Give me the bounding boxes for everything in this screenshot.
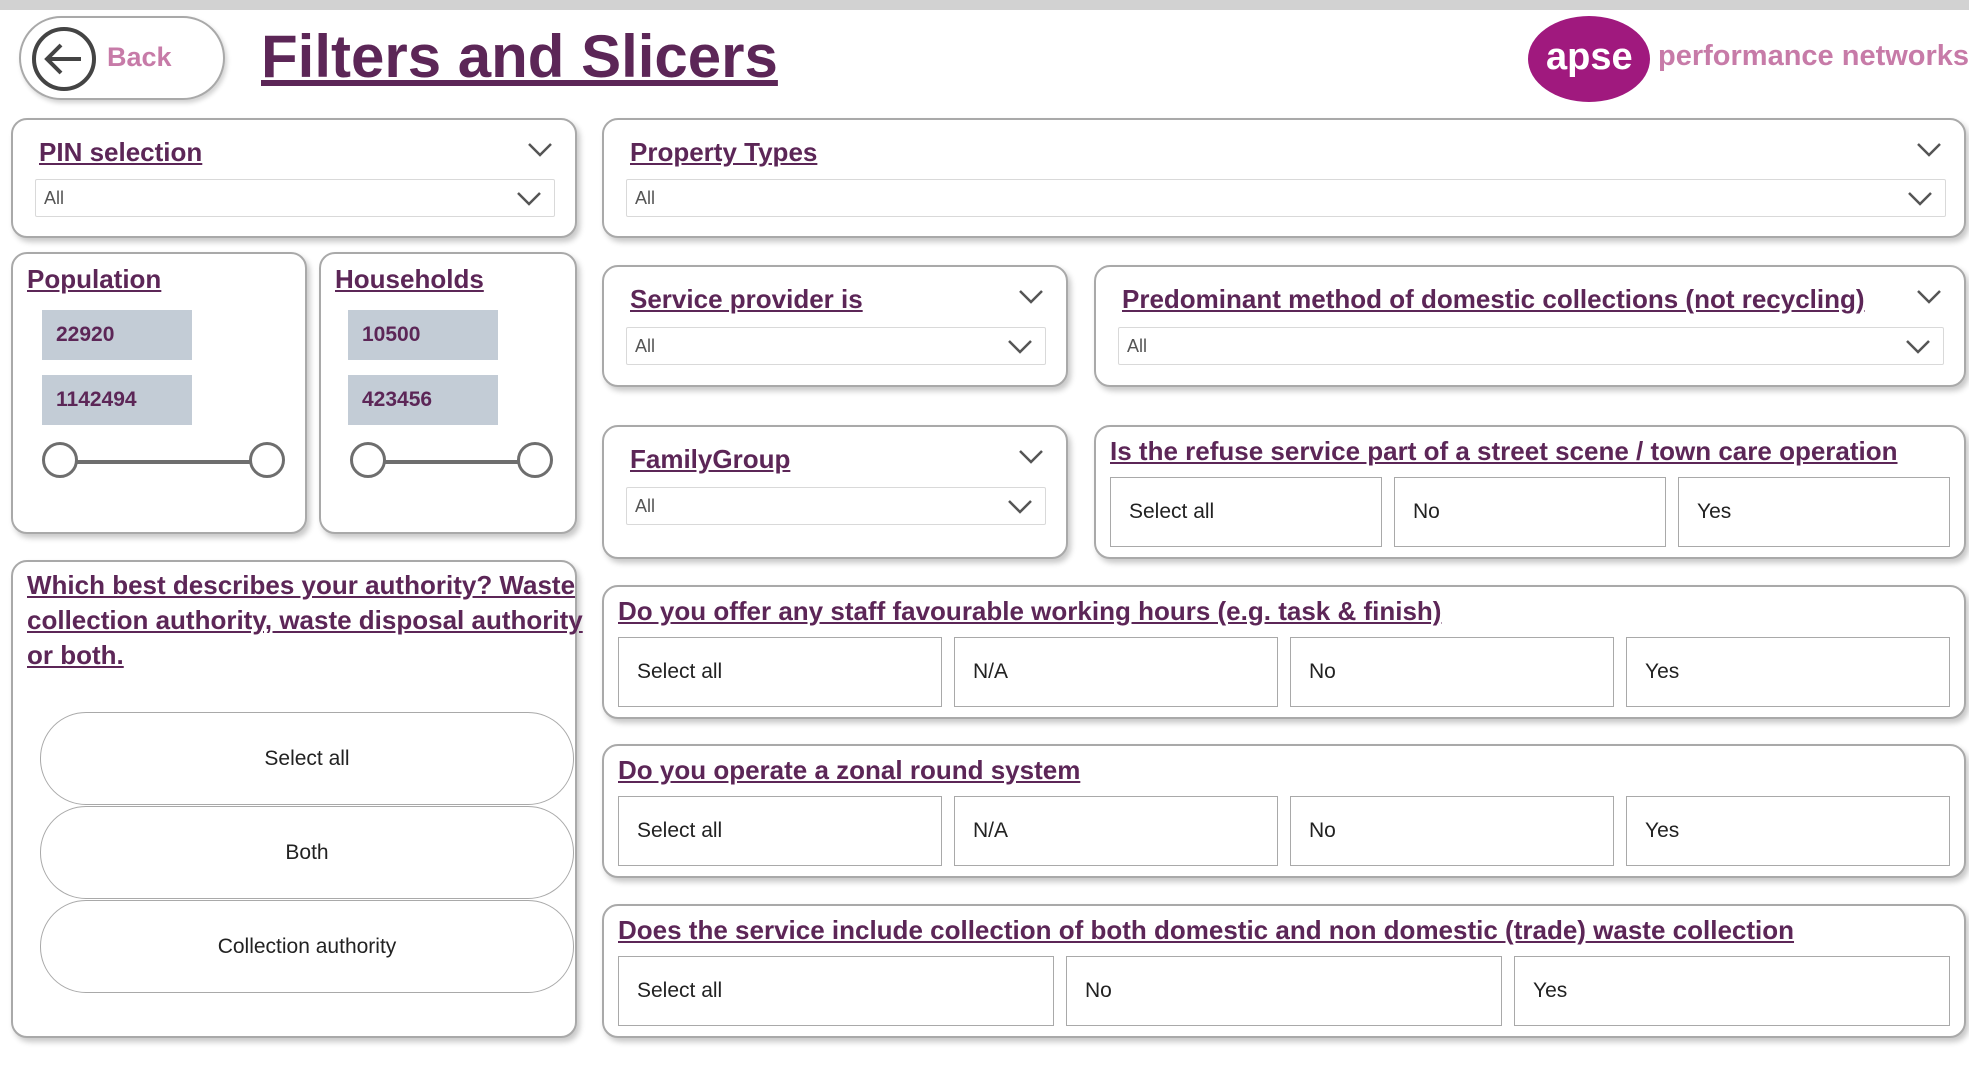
- households-slicer-card: Households 10500 423456: [319, 252, 577, 534]
- authority-option-both[interactable]: Both: [40, 806, 574, 899]
- zonal-round-card: Do you operate a zonal round system Sele…: [602, 744, 1966, 878]
- zonal-round-option-na[interactable]: N/A: [954, 796, 1278, 866]
- trade-waste-option-no[interactable]: No: [1066, 956, 1502, 1026]
- chevron-down-icon[interactable]: [1018, 289, 1044, 305]
- predominant-method-title: Predominant method of domestic collectio…: [1122, 284, 1865, 314]
- chevron-down-icon: [517, 192, 541, 206]
- logo-badge: apse: [1528, 16, 1650, 102]
- top-border: [0, 0, 1969, 10]
- back-arrow-icon: [31, 26, 97, 97]
- population-slider-track: [57, 460, 265, 464]
- property-types-card: Property Types All: [602, 118, 1966, 238]
- authority-type-card: Which best describes your authority? Was…: [11, 560, 583, 1038]
- predominant-method-card: Predominant method of domestic collectio…: [1094, 265, 1966, 387]
- chevron-down-icon[interactable]: [527, 142, 553, 158]
- trade-waste-title: Does the service include collection of b…: [618, 915, 1795, 945]
- back-button[interactable]: Back: [19, 16, 225, 100]
- family-group-title: FamilyGroup: [630, 444, 791, 474]
- population-title: Population: [27, 264, 162, 294]
- logo-text: performance networks: [1658, 40, 1969, 72]
- family-group-card: FamilyGroup All: [602, 425, 1068, 559]
- refuse-service-title: Is the refuse service part of a street s…: [1110, 436, 1898, 466]
- working-hours-title: Do you offer any staff favourable workin…: [618, 596, 1442, 626]
- chevron-down-icon: [1008, 500, 1032, 514]
- households-slider-min-handle[interactable]: [350, 442, 386, 478]
- chevron-down-icon: [1008, 340, 1032, 354]
- zonal-round-option-no[interactable]: No: [1290, 796, 1614, 866]
- working-hours-card: Do you offer any staff favourable workin…: [602, 585, 1966, 719]
- population-slider-min-handle[interactable]: [42, 442, 78, 478]
- service-provider-dropdown[interactable]: All: [626, 327, 1046, 365]
- service-provider-title: Service provider is: [630, 284, 863, 314]
- service-provider-card: Service provider is All: [602, 265, 1068, 387]
- households-slider-max-handle[interactable]: [517, 442, 553, 478]
- property-types-title: Property Types: [630, 137, 818, 167]
- refuse-service-option-yes[interactable]: Yes: [1678, 477, 1950, 547]
- authority-option-select-all[interactable]: Select all: [40, 712, 574, 805]
- working-hours-option-yes[interactable]: Yes: [1626, 637, 1950, 707]
- predominant-method-dropdown[interactable]: All: [1118, 327, 1944, 365]
- population-min-input[interactable]: 22920: [42, 310, 192, 360]
- pin-selection-dropdown[interactable]: All: [35, 179, 555, 217]
- chevron-down-icon: [1908, 192, 1932, 206]
- property-types-dropdown[interactable]: All: [626, 179, 1946, 217]
- refuse-service-card: Is the refuse service part of a street s…: [1094, 425, 1966, 559]
- population-slicer-card: Population 22920 1142494: [11, 252, 307, 534]
- population-slider-max-handle[interactable]: [249, 442, 285, 478]
- apse-logo: apse performance networks: [1528, 16, 1969, 106]
- trade-waste-option-select-all[interactable]: Select all: [618, 956, 1054, 1026]
- pin-selection-card: PIN selection All: [11, 118, 577, 238]
- authority-option-collection-authority[interactable]: Collection authority: [40, 900, 574, 993]
- working-hours-option-select-all[interactable]: Select all: [618, 637, 942, 707]
- chevron-down-icon[interactable]: [1018, 449, 1044, 465]
- chevron-down-icon: [1906, 340, 1930, 354]
- back-label: Back: [107, 42, 172, 72]
- trade-waste-option-yes[interactable]: Yes: [1514, 956, 1950, 1026]
- households-title: Households: [335, 264, 484, 294]
- working-hours-option-no[interactable]: No: [1290, 637, 1614, 707]
- zonal-round-option-select-all[interactable]: Select all: [618, 796, 942, 866]
- working-hours-option-na[interactable]: N/A: [954, 637, 1278, 707]
- zonal-round-title: Do you operate a zonal round system: [618, 755, 1081, 785]
- households-slider-track: [361, 460, 529, 464]
- pin-selection-title: PIN selection: [39, 137, 203, 167]
- authority-type-title: Which best describes your authority? Was…: [27, 570, 583, 670]
- page-title: Filters and Slicers: [261, 23, 778, 90]
- households-max-input[interactable]: 423456: [348, 375, 498, 425]
- chevron-down-icon[interactable]: [1916, 289, 1942, 305]
- zonal-round-option-yes[interactable]: Yes: [1626, 796, 1950, 866]
- refuse-service-option-select-all[interactable]: Select all: [1110, 477, 1382, 547]
- chevron-down-icon[interactable]: [1916, 142, 1942, 158]
- family-group-dropdown[interactable]: All: [626, 487, 1046, 525]
- population-max-input[interactable]: 1142494: [42, 375, 192, 425]
- households-min-input[interactable]: 10500: [348, 310, 498, 360]
- refuse-service-option-no[interactable]: No: [1394, 477, 1666, 547]
- trade-waste-card: Does the service include collection of b…: [602, 904, 1966, 1038]
